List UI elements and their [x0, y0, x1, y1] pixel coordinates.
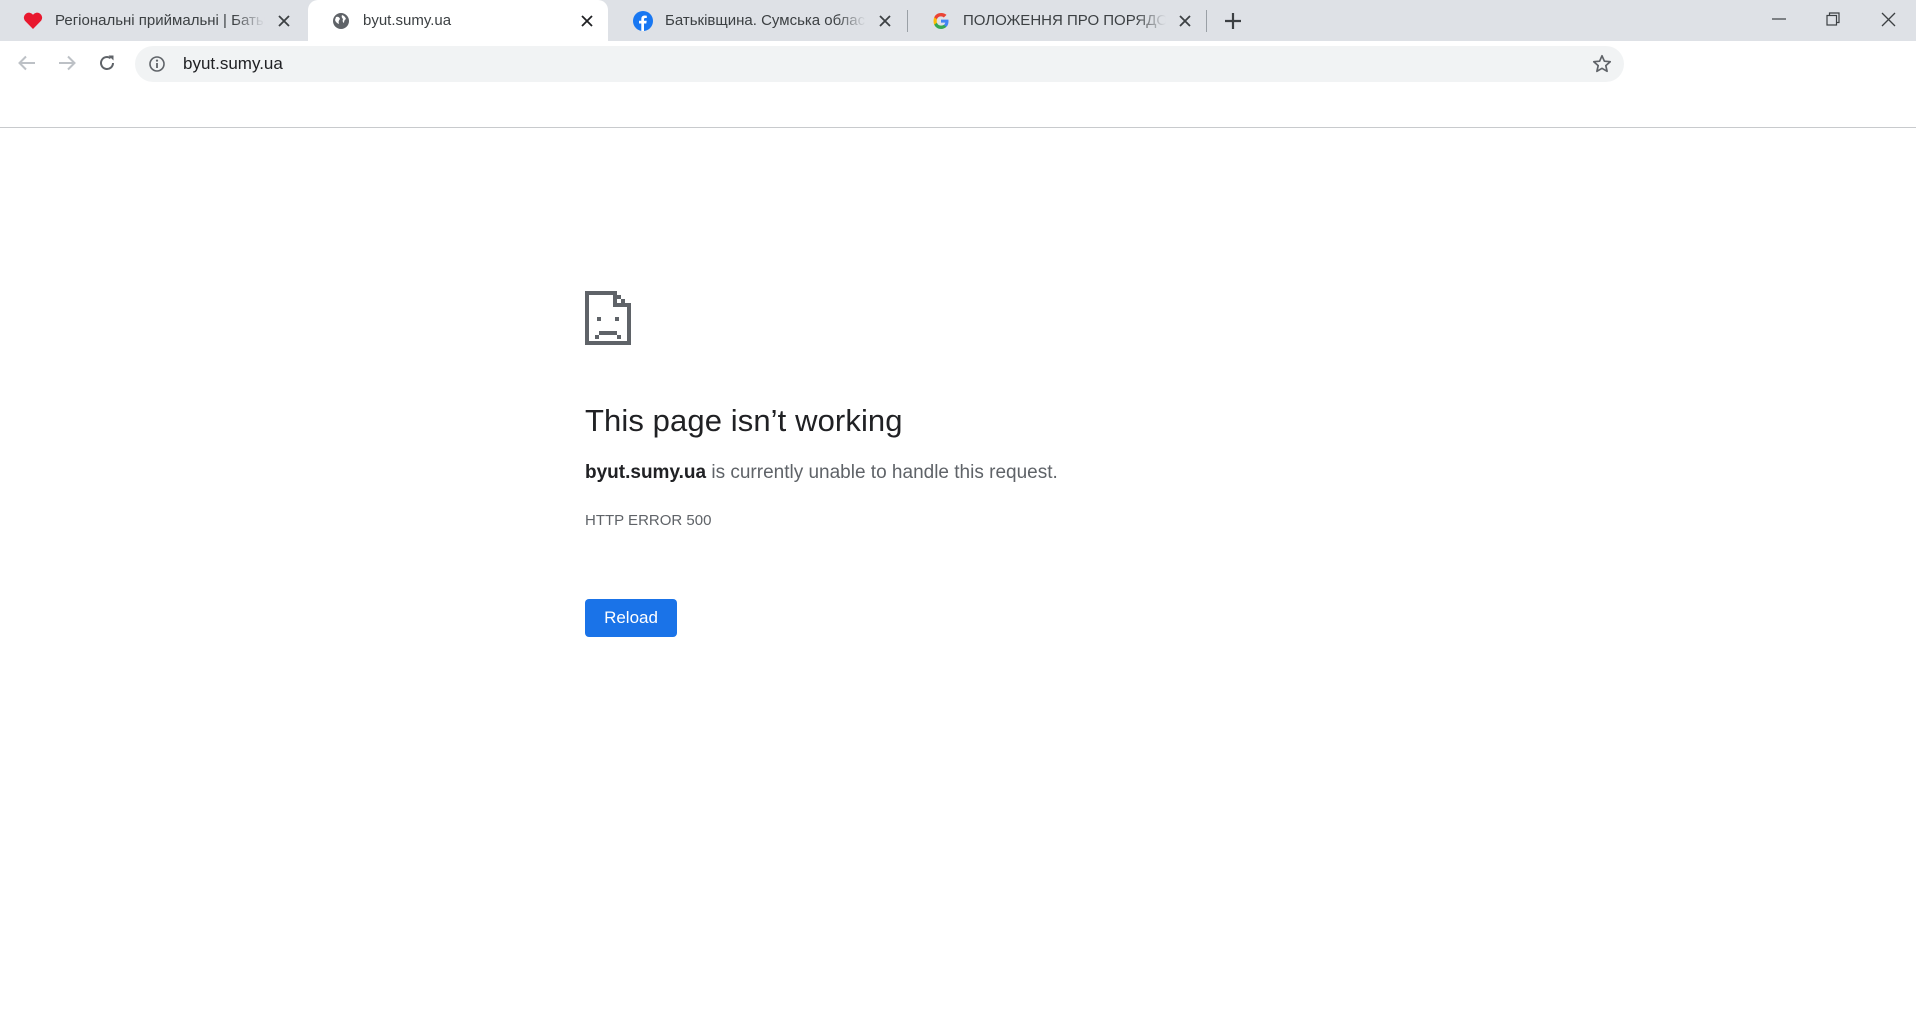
error-message: is currently unable to handle this reque…	[706, 462, 1058, 483]
tab-title: Батьківщина. Сумська область | Facebook	[665, 12, 866, 29]
back-button[interactable]	[11, 47, 43, 79]
reload-button[interactable]: Reload	[585, 599, 677, 637]
tab-strip: Регіональні приймальні | Батьківщина byu…	[0, 0, 1916, 41]
close-tab-icon[interactable]	[576, 10, 598, 32]
error-code: HTTP ERROR 500	[585, 512, 712, 529]
new-tab-button[interactable]	[1218, 6, 1248, 36]
info-icon[interactable]	[147, 54, 167, 74]
tab-regional-offices[interactable]: Регіональні приймальні | Батьківщина	[0, 0, 305, 41]
bookmark-star-icon[interactable]	[1590, 52, 1614, 76]
restore-button[interactable]	[1805, 0, 1861, 38]
window-close-button[interactable]	[1860, 0, 1916, 38]
facebook-icon	[633, 10, 653, 31]
close-tab-icon[interactable]	[874, 10, 896, 32]
close-tab-icon[interactable]	[273, 10, 295, 32]
google-icon	[931, 11, 951, 31]
browser-toolbar: byut.sumy.ua	[0, 41, 1916, 128]
forward-button[interactable]	[51, 47, 83, 79]
tab-google-doc[interactable]: ПОЛОЖЕННЯ ПРО ПОРЯДОК	[908, 0, 1206, 41]
tab-title: ПОЛОЖЕННЯ ПРО ПОРЯДОК	[963, 12, 1166, 29]
restore-icon	[1826, 12, 1840, 26]
page-content: This page isn’t working byut.sumy.ua is …	[0, 128, 1916, 1029]
arrow-right-icon	[59, 55, 76, 71]
error-summary: byut.sumy.ua is currently unable to hand…	[585, 462, 1058, 484]
tab-byut-sumy[interactable]: byut.sumy.ua	[308, 0, 608, 41]
minimize-button[interactable]	[1751, 0, 1807, 38]
tab-facebook[interactable]: Батьківщина. Сумська область | Facebook	[610, 0, 906, 41]
sad-page-icon	[585, 291, 631, 345]
refresh-icon	[100, 55, 114, 70]
close-icon	[1881, 12, 1895, 26]
reload-page-button[interactable]	[91, 47, 123, 79]
tab-separator	[1206, 10, 1207, 32]
tab-title: Регіональні приймальні | Батьківщина	[55, 12, 265, 29]
minimize-icon	[1772, 18, 1786, 20]
error-host: byut.sumy.ua	[585, 462, 707, 483]
globe-icon	[331, 11, 351, 31]
error-heading: This page isn’t working	[585, 403, 903, 438]
close-tab-icon[interactable]	[1174, 10, 1196, 32]
heart-icon	[23, 11, 43, 31]
url-text[interactable]: byut.sumy.ua	[183, 54, 283, 74]
arrow-left-icon	[18, 55, 35, 71]
address-bar[interactable]: byut.sumy.ua	[135, 46, 1624, 82]
plus-icon	[1225, 13, 1241, 29]
tab-title: byut.sumy.ua	[363, 12, 452, 29]
